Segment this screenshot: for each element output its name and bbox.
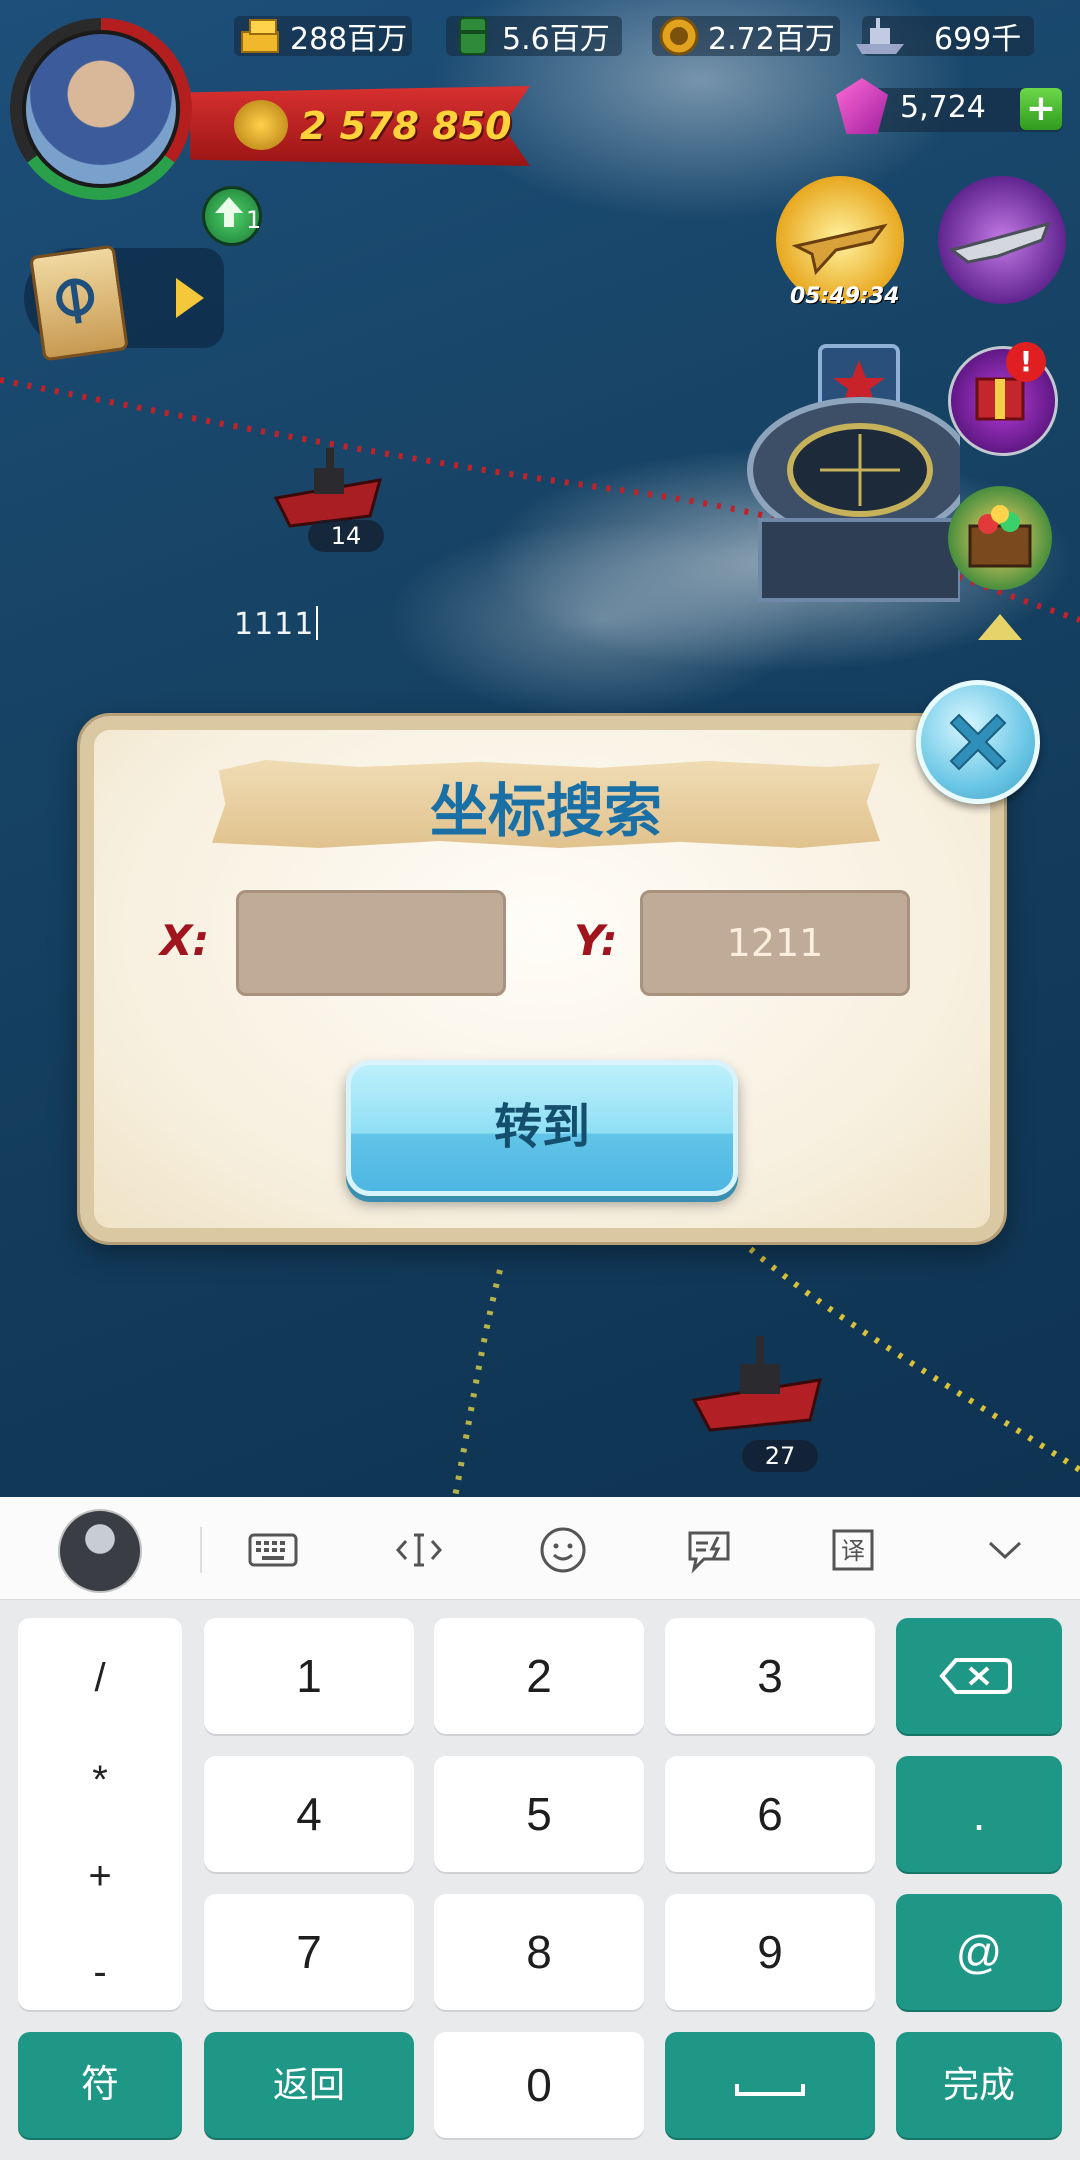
digit-key-4[interactable]: 4	[204, 1756, 414, 1872]
event-timer: 05:49:34	[790, 284, 900, 309]
symbols-key[interactable]: 符	[18, 2032, 182, 2138]
asterisk-key[interactable]: *	[18, 1758, 182, 1803]
event-aircraft-button[interactable]	[938, 176, 1066, 304]
ship-level-badge: 27	[742, 1440, 818, 1472]
quick-phrase-icon[interactable]	[682, 1523, 736, 1577]
steel-value: 2.72百万	[708, 22, 835, 57]
keyboard-switch-icon[interactable]	[246, 1523, 300, 1577]
plus-key[interactable]: +	[18, 1854, 182, 1899]
gold-resource[interactable]: 288百万	[234, 14, 412, 58]
steel-coin-icon	[656, 14, 702, 58]
minus-key[interactable]: -	[18, 1950, 182, 1995]
oil-resource[interactable]: 5.6百万	[446, 14, 622, 58]
alert-badge: !	[1006, 342, 1046, 382]
rank-eagle-icon	[234, 100, 288, 150]
digit-key-0[interactable]: 0	[434, 2032, 644, 2138]
x-coordinate-input[interactable]	[236, 890, 506, 996]
at-key[interactable]: @	[896, 1894, 1062, 2010]
collapse-keyboard-icon[interactable]	[978, 1523, 1032, 1577]
x-label: X:	[160, 916, 210, 965]
treasure-chest-button[interactable]	[948, 486, 1052, 590]
ship-level-badge: 14	[308, 520, 384, 552]
backspace-key[interactable]	[896, 1618, 1062, 1734]
oil-value: 5.6百万	[502, 22, 610, 57]
done-key[interactable]: 完成	[896, 2032, 1062, 2138]
digit-key-7[interactable]: 7	[204, 1894, 414, 2010]
translate-icon[interactable]: 译	[826, 1523, 880, 1577]
soft-keyboard: 译 / * + - 1 2 3 4 5 6 . 7 8 9 @ 符 返回 0 完…	[0, 1497, 1080, 2160]
go-to-button[interactable]: 转到	[346, 1060, 738, 1196]
player-ship[interactable]	[690, 1330, 830, 1440]
keyboard-toolbar: 译	[0, 1497, 1080, 1600]
warship-icon	[852, 14, 904, 58]
expand-arrow-icon[interactable]	[176, 278, 204, 318]
digit-key-9[interactable]: 9	[665, 1894, 875, 2010]
naval-base[interactable]	[720, 330, 960, 630]
back-key[interactable]: 返回	[204, 2032, 414, 2138]
ime-composing-text: 1111	[234, 606, 319, 642]
mission-clipboard-icon	[29, 244, 129, 362]
fleet-resource[interactable]: 699千	[856, 16, 1034, 57]
cursor-move-icon[interactable]	[392, 1523, 446, 1577]
backspace-icon	[939, 1658, 1012, 1694]
space-key[interactable]	[665, 2032, 875, 2138]
dot-key[interactable]: .	[896, 1756, 1062, 1872]
keyboard-skin-avatar[interactable]	[58, 1509, 142, 1593]
gems-value: 5,724	[900, 90, 986, 125]
buy-gems-button[interactable]: +	[1020, 88, 1062, 130]
digit-key-5[interactable]: 5	[434, 1756, 644, 1872]
y-label: Y:	[574, 916, 618, 965]
game-map[interactable]: 288百万 5.6百万 2.72百万 699千 2 578 850 1 5,72…	[0, 0, 1080, 1497]
digit-key-1[interactable]: 1	[204, 1618, 414, 1734]
fleet-value: 699千	[934, 22, 1022, 57]
digit-key-6[interactable]: 6	[665, 1756, 875, 1872]
gold-value: 288百万	[290, 22, 408, 57]
collapse-up-icon[interactable]	[976, 612, 1024, 642]
y-coordinate-input[interactable]: 1211	[640, 890, 910, 996]
svg-text:译: 译	[841, 1537, 865, 1565]
close-icon	[949, 713, 1007, 771]
digit-key-3[interactable]: 3	[665, 1618, 875, 1734]
player-score: 2 578 850	[300, 104, 512, 148]
digit-key-8[interactable]: 8	[434, 1894, 644, 2010]
oil-barrel-icon	[450, 14, 496, 58]
upgrade-count: 1	[246, 206, 262, 234]
space-icon	[735, 2084, 805, 2096]
emoji-icon[interactable]	[536, 1523, 590, 1577]
slash-key[interactable]: /	[18, 1656, 182, 1701]
dialog-title: 坐标搜索	[429, 777, 662, 845]
gold-bars-icon	[238, 14, 284, 58]
player-avatar[interactable]	[22, 30, 180, 188]
toolbar-divider	[200, 1527, 202, 1573]
symbol-column: / * + -	[18, 1618, 182, 2010]
steel-resource[interactable]: 2.72百万	[652, 14, 840, 58]
digit-key-2[interactable]: 2	[434, 1618, 644, 1734]
close-dialog-button[interactable]	[916, 680, 1040, 804]
